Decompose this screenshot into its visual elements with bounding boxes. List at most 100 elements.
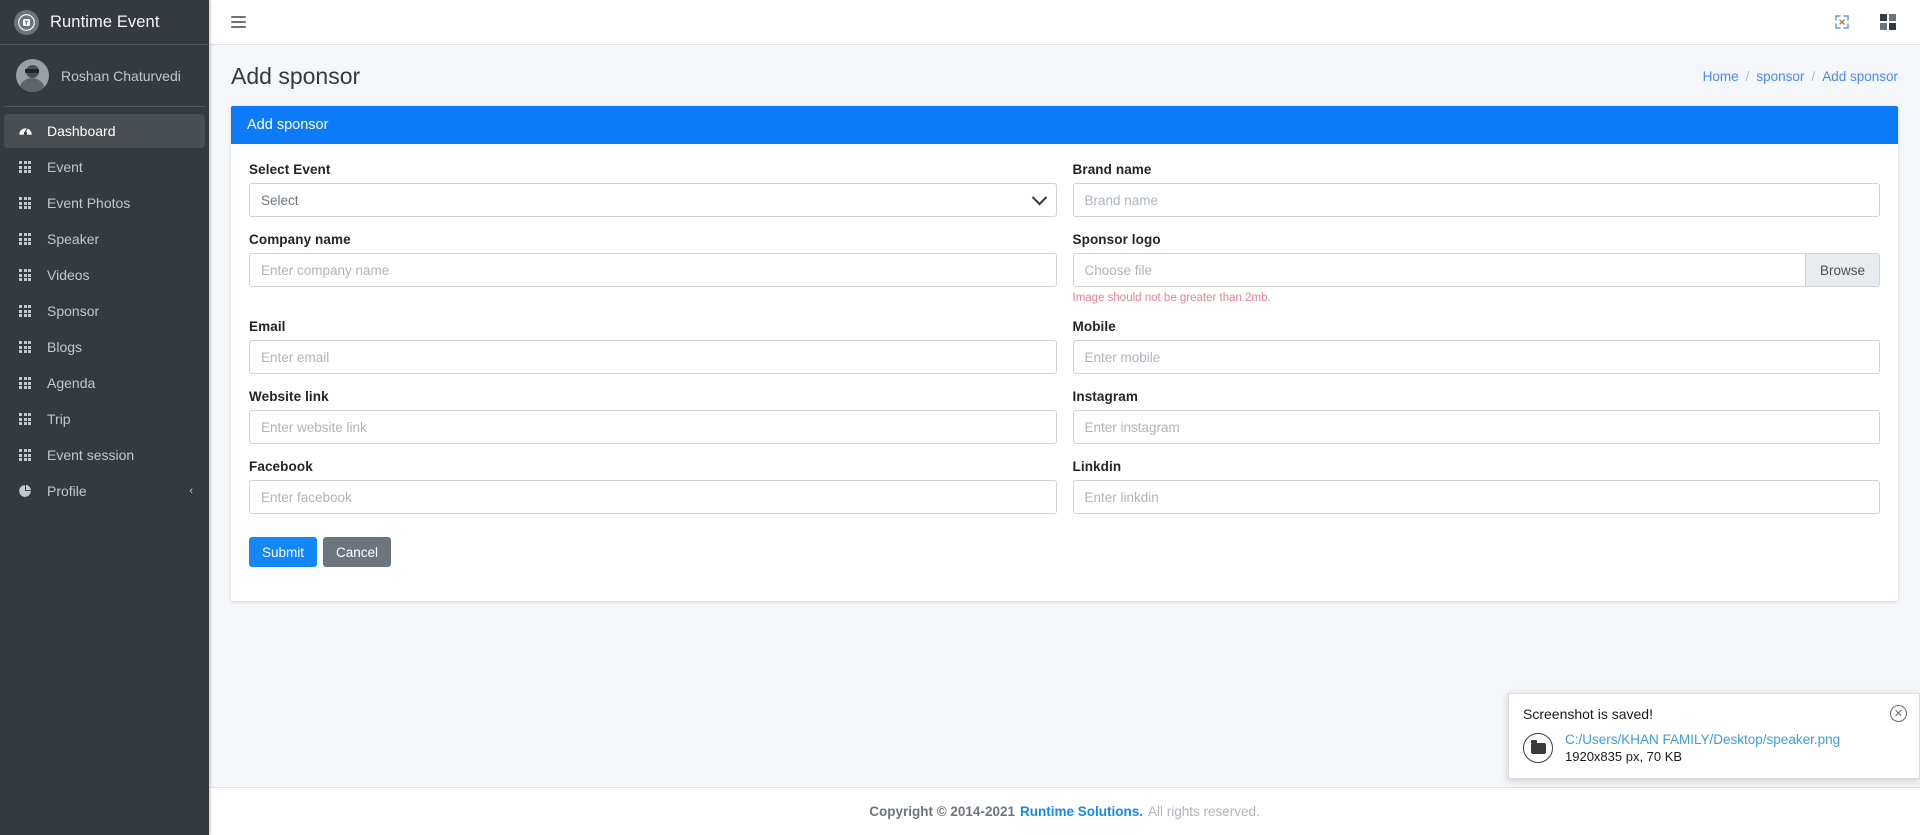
sidebar-item-sponsor[interactable]: Sponsor <box>4 294 205 328</box>
folder-icon[interactable] <box>1523 733 1553 763</box>
sidebar-item-videos[interactable]: Videos <box>4 258 205 292</box>
sidebar-item-label: Event session <box>47 447 135 463</box>
toast-file-path[interactable]: C:/Users/KHAN FAMILY/Desktop/speaker.png <box>1565 732 1840 747</box>
user-panel[interactable]: Roshan Chaturvedi <box>4 45 205 107</box>
cancel-button[interactable]: Cancel <box>323 537 392 567</box>
sidebar-item-label: Videos <box>47 267 90 283</box>
card-body: Select Event Select Brand name Brand nam… <box>231 144 1898 601</box>
brand-name-label: Brand name <box>1072 162 1152 177</box>
sidebar-item-dashboard[interactable]: Dashboard <box>4 114 205 148</box>
sidebar-item-label: Event Photos <box>47 195 131 211</box>
company-name-input[interactable] <box>249 253 1057 287</box>
hamburger-icon[interactable] <box>227 12 250 32</box>
sidebar-item-trip[interactable]: Trip <box>4 402 205 436</box>
facebook-input[interactable] <box>249 480 1057 514</box>
sponsor-logo-hint: Image should not be greater than 2mb. <box>1072 292 1271 304</box>
sponsor-logo-file-input[interactable] <box>1072 253 1805 287</box>
instagram-input[interactable] <box>1072 410 1880 444</box>
main-area: Add sponsor Home / sponsor / Add sponsor… <box>209 0 1920 835</box>
card-header: Add sponsor <box>231 106 1898 144</box>
user-name: Roshan Chaturvedi <box>61 67 181 84</box>
submit-button[interactable]: Submit <box>249 537 318 567</box>
topbar-actions <box>1832 12 1898 32</box>
breadcrumb-item-sponsor[interactable]: sponsor <box>1756 69 1804 84</box>
sidebar-item-label: Blogs <box>47 339 83 355</box>
email-input[interactable] <box>249 340 1057 374</box>
runtime-logo-icon <box>14 9 39 35</box>
sidebar-item-label: Agenda <box>47 375 96 391</box>
select-event-dropdown[interactable]: Select <box>249 183 1057 217</box>
grid-icon <box>16 268 34 282</box>
sidebar-item-label: Trip <box>47 411 71 427</box>
form-actions: Submit Cancel <box>249 537 1880 567</box>
brand[interactable]: Runtime Event <box>0 0 209 45</box>
email-label: Email <box>249 319 286 334</box>
browse-button[interactable]: Browse <box>1804 253 1880 287</box>
sidebar-item-agenda[interactable]: Agenda <box>4 366 205 400</box>
website-link-label: Website link <box>249 389 329 404</box>
grid-icon <box>16 412 34 426</box>
grid-icon <box>16 448 34 462</box>
pie-chart-icon <box>16 484 34 498</box>
page-title: Add sponsor <box>231 63 361 89</box>
linkdin-label: Linkdin <box>1072 459 1122 474</box>
grid-icon <box>16 232 34 246</box>
instagram-label: Instagram <box>1072 389 1138 404</box>
company-name-label: Company name <box>249 232 351 247</box>
sidebar-item-label: Dashboard <box>47 123 116 139</box>
grid-icon <box>16 340 34 354</box>
toast-text-block: C:/Users/KHAN FAMILY/Desktop/speaker.png… <box>1565 732 1840 764</box>
chevron-down-icon <box>1031 189 1047 205</box>
field-website-link: Website link <box>249 389 1057 444</box>
breadcrumb-separator: / <box>1811 69 1816 84</box>
footer-rights: All rights reserved. <box>1147 804 1260 819</box>
field-facebook: Facebook <box>249 459 1057 514</box>
grid-apps-icon[interactable] <box>1878 12 1898 32</box>
sidebar-item-label: Sponsor <box>47 303 100 319</box>
topbar <box>209 0 1920 45</box>
content-area: Add sponsor Select Event Select Brand na… <box>209 106 1920 787</box>
sidebar-item-label: Profile <box>47 483 87 499</box>
add-sponsor-form: Select Event Select Brand name Brand nam… <box>249 162 1880 529</box>
mobile-input[interactable] <box>1072 340 1880 374</box>
sidebar-item-event[interactable]: Event <box>4 150 205 184</box>
avatar <box>16 59 49 92</box>
brand-name-input[interactable] <box>1072 183 1880 217</box>
expand-arrows-icon[interactable] <box>1832 12 1852 32</box>
dashboard-gauge-icon <box>16 124 34 139</box>
chevron-left-icon[interactable]: ‹ <box>189 485 193 497</box>
footer-copyright: Copyright © 2014-2021 <box>869 804 1015 819</box>
breadcrumb-item-home[interactable]: Home <box>1703 69 1739 84</box>
field-brand-name: Brand name <box>1072 162 1880 217</box>
toast-file-meta: 1920x835 px, 70 KB <box>1565 749 1683 764</box>
grid-icon <box>16 196 34 210</box>
field-company-name: Company name <box>249 232 1057 304</box>
field-instagram: Instagram <box>1072 389 1880 444</box>
sidebar-nav: Dashboard Event Event Photos Speaker Vid… <box>0 107 209 835</box>
sponsor-logo-label: Sponsor logo <box>1072 232 1161 247</box>
sidebar-item-blogs[interactable]: Blogs <box>4 330 205 364</box>
sidebar-item-event-session[interactable]: Event session <box>4 438 205 472</box>
sidebar-item-profile[interactable]: Profile ‹ <box>4 474 205 508</box>
page-header: Add sponsor Home / sponsor / Add sponsor <box>209 45 1920 106</box>
add-sponsor-card: Add sponsor Select Event Select Brand na… <box>231 106 1898 601</box>
sidebar-item-event-photos[interactable]: Event Photos <box>4 186 205 220</box>
close-icon[interactable]: ✕ <box>1890 705 1907 722</box>
breadcrumb-item-add-sponsor[interactable]: Add sponsor <box>1822 69 1898 84</box>
breadcrumb: Home / sponsor / Add sponsor <box>1703 69 1898 84</box>
website-link-input[interactable] <box>249 410 1057 444</box>
field-email: Email <box>249 319 1057 374</box>
select-event-value: Select <box>261 192 299 208</box>
footer-brand-link[interactable]: Runtime Solutions. <box>1020 804 1143 819</box>
brand-label: Runtime Event <box>50 12 160 31</box>
field-mobile: Mobile <box>1072 319 1880 374</box>
select-event-label: Select Event <box>249 162 331 177</box>
grid-icon <box>16 160 34 174</box>
linkdin-input[interactable] <box>1072 480 1880 514</box>
facebook-label: Facebook <box>249 459 313 474</box>
sidebar-item-label: Event <box>47 159 83 175</box>
grid-icon <box>16 376 34 390</box>
sidebar-item-speaker[interactable]: Speaker <box>4 222 205 256</box>
toast-title: Screenshot is saved! <box>1523 706 1653 722</box>
grid-icon <box>16 304 34 318</box>
